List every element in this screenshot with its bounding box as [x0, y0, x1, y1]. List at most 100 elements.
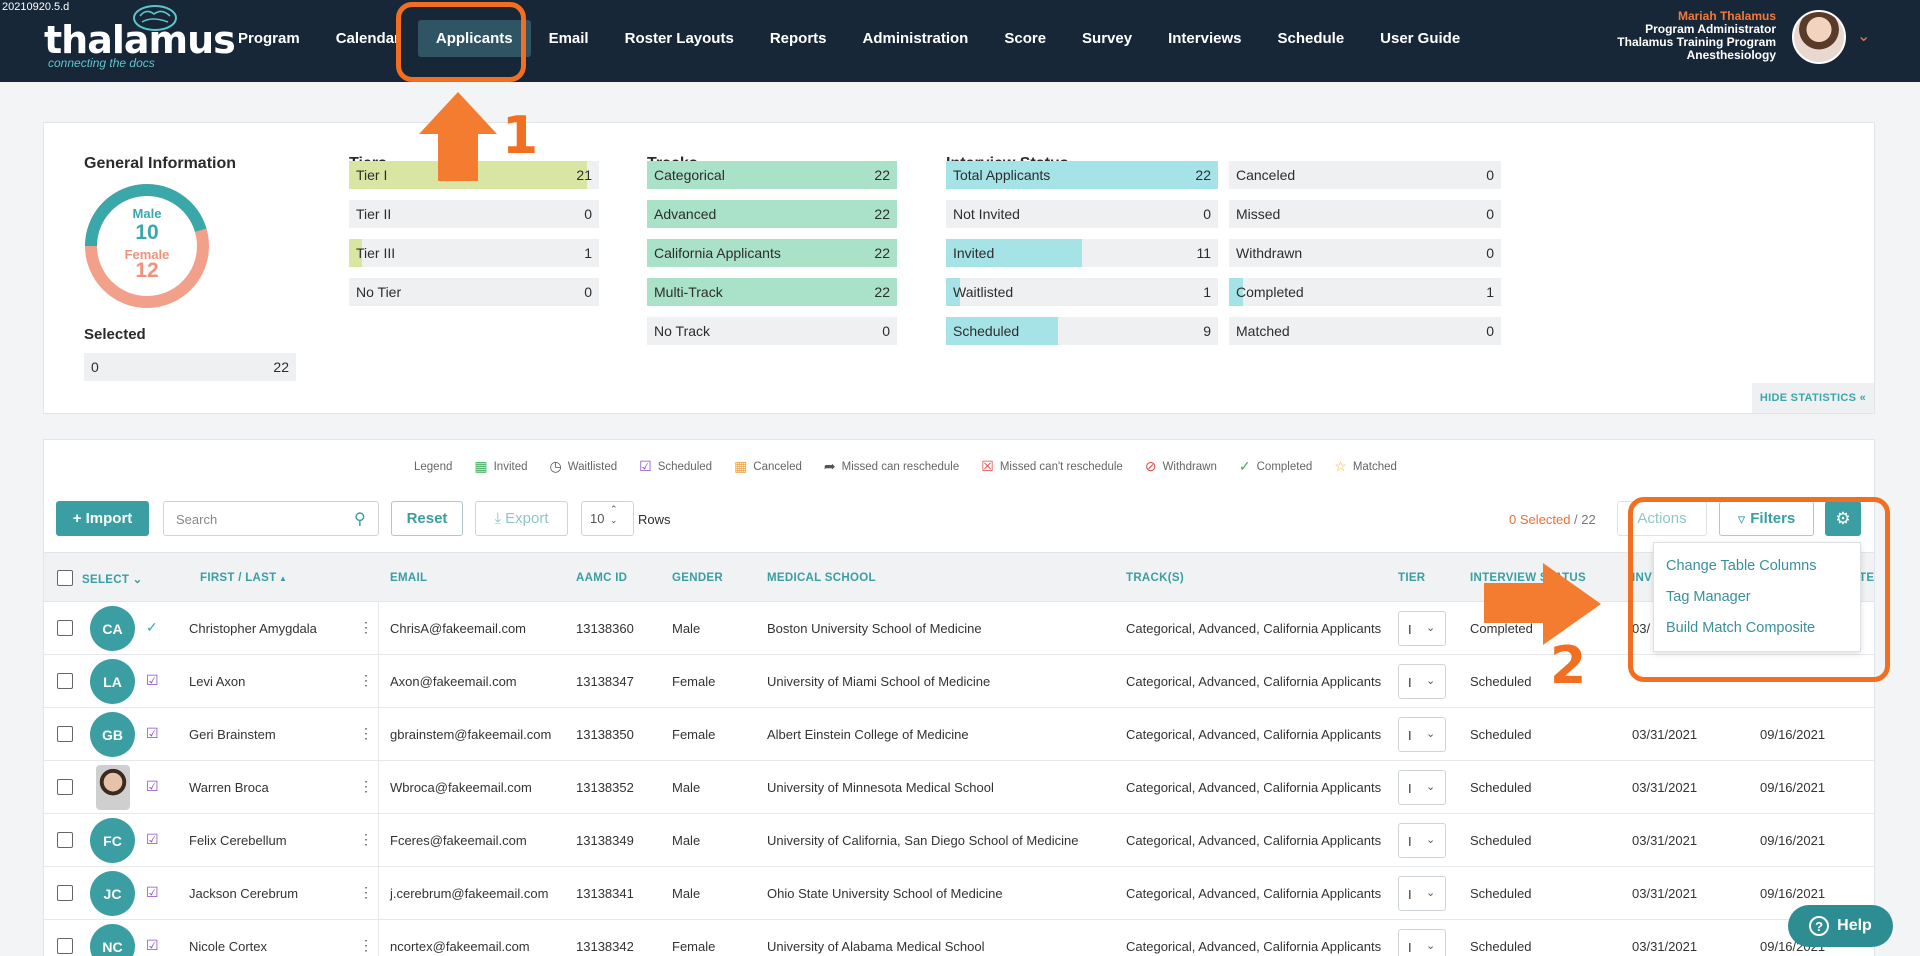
row-checkbox[interactable] — [57, 779, 73, 795]
applicant-email: ncortex@fakeemail.com — [390, 939, 530, 954]
legend-invited: ▦ Invited — [474, 458, 527, 475]
row-checkbox[interactable] — [57, 673, 73, 689]
tier-select[interactable]: I ⌄ — [1398, 717, 1446, 752]
tier-select[interactable]: I ⌄ — [1398, 770, 1446, 805]
applicant-name[interactable]: Jackson Cerebrum — [189, 886, 298, 901]
menu-build-match-composite[interactable]: Build Match Composite — [1666, 620, 1815, 636]
nav-roster-layouts[interactable]: Roster Layouts — [607, 20, 752, 57]
chevron-down-icon[interactable]: ⌄ — [1857, 26, 1870, 46]
applicant-medical-school: University of Minnesota Medical School — [767, 780, 994, 795]
reset-button[interactable]: Reset — [391, 501, 463, 536]
table-row[interactable]: NC ☑ Nicole Cortex ⋮ ncortex@fakeemail.com 13… — [44, 920, 1874, 956]
applicant-tracks: Categorical, Advanced, California Applic… — [1126, 674, 1382, 689]
track-stat-3: Multi-Track 22 — [647, 278, 897, 306]
calendar-check-icon: ☑ — [146, 778, 159, 794]
kebab-menu-icon[interactable]: ⋮ — [359, 725, 373, 742]
tier-select[interactable]: I ⌄ — [1398, 664, 1446, 699]
col-tier[interactable]: TIER — [1398, 572, 1425, 584]
hide-statistics-button[interactable]: HIDE STATISTICS « — [1751, 383, 1874, 413]
tier-stat-2-value: 1 — [584, 245, 592, 261]
row-checkbox[interactable] — [57, 885, 73, 901]
status-stat-right-1: Missed 0 — [1229, 200, 1501, 228]
col-select[interactable]: SELECT ⌄ — [82, 572, 143, 586]
col-first-last[interactable]: FIRST / LAST ▲ — [200, 572, 287, 584]
nav-survey[interactable]: Survey — [1064, 20, 1150, 57]
kebab-menu-icon[interactable]: ⋮ — [359, 937, 373, 954]
menu-change-table-columns[interactable]: Change Table Columns — [1666, 558, 1816, 574]
kebab-menu-icon[interactable]: ⋮ — [359, 884, 373, 901]
stepper-arrows-icon[interactable]: ⌃ ⌄ — [610, 504, 618, 526]
search-input[interactable]: Search — [163, 501, 379, 536]
kebab-menu-icon[interactable]: ⋮ — [359, 831, 373, 848]
tier-select[interactable]: I ⌄ — [1398, 876, 1446, 911]
selected-count-value: 0 Selected — [1509, 512, 1571, 527]
avatar[interactable]: JC — [90, 871, 135, 916]
table-row[interactable]: FC ☑ Felix Cerebellum ⋮ Fceres@fakeemail.com… — [44, 814, 1874, 867]
column-divider — [378, 814, 379, 867]
col-aamc-id[interactable]: AAMC ID — [576, 572, 627, 584]
avatar[interactable]: CA — [90, 606, 135, 651]
col-tracks[interactable]: TRACK(S) — [1126, 572, 1184, 584]
applicant-interview-status: Scheduled — [1470, 886, 1532, 901]
avatar[interactable]: FC — [90, 818, 135, 863]
applicant-email: ChrisA@fakeemail.com — [390, 621, 527, 636]
avatar[interactable] — [96, 765, 130, 810]
user-info[interactable]: Mariah Thalamus Program Administrator Th… — [1617, 10, 1776, 62]
nav-program[interactable]: Program — [220, 20, 318, 57]
applicant-name[interactable]: Levi Axon — [189, 674, 245, 689]
col-medical-school[interactable]: MEDICAL SCHOOL — [767, 572, 876, 584]
col-email[interactable]: EMAIL — [390, 572, 427, 584]
nav-score[interactable]: Score — [986, 20, 1064, 57]
col-gender[interactable]: GENDER — [672, 572, 723, 584]
tier-select[interactable]: I ⌄ — [1398, 929, 1446, 956]
applicant-name[interactable]: Felix Cerebellum — [189, 833, 287, 848]
legend-scheduled: ☑ Scheduled — [639, 458, 712, 475]
applicant-name[interactable]: Christopher Amygdala — [189, 621, 317, 636]
table-row[interactable]: GB ☑ Geri Brainstem ⋮ gbrainstem@fakeemail.c… — [44, 708, 1874, 761]
row-checkbox[interactable] — [57, 938, 73, 954]
import-button[interactable]: + Import — [56, 501, 149, 536]
nav-user-guide[interactable]: User Guide — [1362, 20, 1478, 57]
help-button[interactable]: ? Help — [1788, 905, 1893, 947]
nav-email[interactable]: Email — [531, 20, 607, 57]
chevron-down-icon: ⌄ — [1426, 781, 1436, 793]
avatar[interactable]: NC — [90, 924, 135, 956]
avatar[interactable]: GB — [90, 712, 135, 757]
tier-value: I — [1408, 622, 1412, 637]
nav-schedule[interactable]: Schedule — [1259, 20, 1362, 57]
select-all-checkbox[interactable] — [57, 570, 73, 586]
nav-interviews[interactable]: Interviews — [1150, 20, 1259, 57]
row-checkbox[interactable] — [57, 620, 73, 636]
nav-administration[interactable]: Administration — [845, 20, 987, 57]
status-stat-right-1-label: Missed — [1236, 206, 1281, 222]
kebab-menu-icon[interactable]: ⋮ — [359, 778, 373, 795]
table-row[interactable]: JC ☑ Jackson Cerebrum ⋮ j.cerebrum@fakeemail… — [44, 867, 1874, 920]
status-stat-right-0-label: Canceled — [1236, 167, 1296, 183]
applicant-name[interactable]: Geri Brainstem — [189, 727, 276, 742]
nav-reports[interactable]: Reports — [752, 20, 845, 57]
status-stat-right-1-value: 0 — [1486, 206, 1494, 222]
tier-select[interactable]: I ⌄ — [1398, 611, 1446, 646]
applicant-interview-status: Completed — [1470, 621, 1533, 636]
applicant-medical-school: Albert Einstein College of Medicine — [767, 727, 969, 742]
export-button[interactable]: ⤓ Export — [475, 501, 568, 536]
kebab-menu-icon[interactable]: ⋮ — [359, 672, 373, 689]
row-checkbox[interactable] — [57, 832, 73, 848]
search-icon[interactable]: ⚲ — [354, 509, 366, 529]
track-stat-2-value: 22 — [874, 245, 890, 261]
legend-label: Matched — [1352, 460, 1397, 473]
avatar[interactable]: LA — [90, 659, 135, 704]
rows-per-page-input[interactable]: 10 — [581, 501, 634, 536]
applicant-name[interactable]: Nicole Cortex — [189, 939, 267, 954]
ban-icon: ⊘ — [1144, 458, 1157, 474]
table-row[interactable]: LA ☑ Levi Axon ⋮ Axon@fakeemail.com 13138347 F… — [44, 655, 1874, 708]
menu-tag-manager[interactable]: Tag Manager — [1666, 589, 1751, 605]
tier-select[interactable]: I ⌄ — [1398, 823, 1446, 858]
user-avatar[interactable] — [1792, 10, 1846, 64]
selected-count: 0 Selected / 22 — [1509, 512, 1596, 527]
table-row[interactable]: ☑ Warren Broca ⋮ Wbroca@fakeemail.com 131383… — [44, 761, 1874, 814]
tier-stat-1: Tier II 0 — [349, 200, 599, 228]
kebab-menu-icon[interactable]: ⋮ — [359, 619, 373, 636]
row-checkbox[interactable] — [57, 726, 73, 742]
applicant-name[interactable]: Warren Broca — [189, 780, 269, 795]
